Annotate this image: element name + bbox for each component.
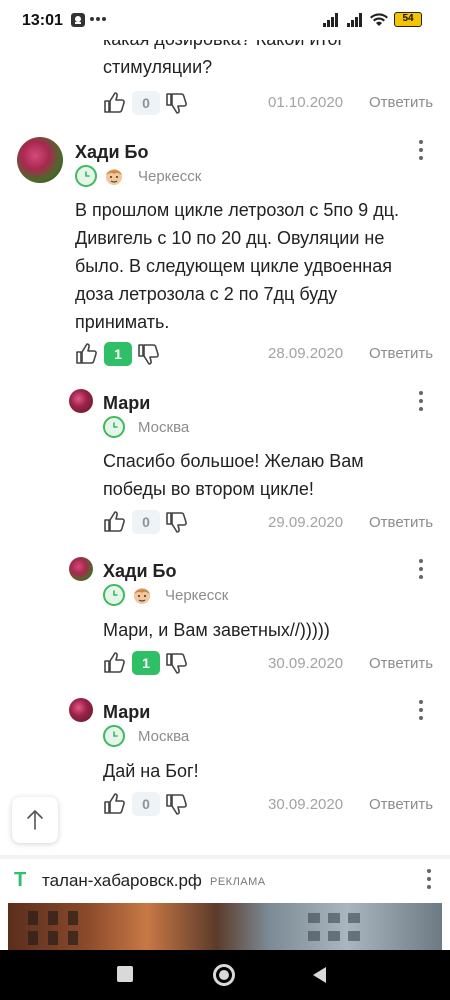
clock-badge-icon [103,416,125,438]
more-vertical-icon[interactable] [418,391,424,413]
vote-count: 0 [132,91,160,115]
author-name[interactable]: Мари [103,702,150,723]
more-vertical-icon[interactable] [418,140,424,162]
arrow-up-icon [27,810,43,830]
thumb-down-icon[interactable] [165,510,189,534]
thumb-up-icon[interactable] [103,651,127,675]
more-vertical-icon[interactable] [418,700,424,722]
navigation-bar [0,950,450,1000]
comment-text-line: победы во втором цикле! [103,479,314,499]
clock-badge-icon [75,165,97,187]
thumb-up-icon[interactable] [75,342,99,366]
signal-icon [347,13,362,27]
scroll-top-button[interactable] [12,797,58,843]
vote-count: 1 [104,342,132,366]
comment-date: 30.09.2020 [268,655,344,672]
comments-feed: какая дозировка? Какой итог стимуляции? … [0,0,450,950]
author-city: Черкесск [138,168,202,185]
avatar[interactable] [17,137,63,183]
home-button[interactable] [213,964,235,986]
comment-text-line: было. В следующем цикле удвоенная [75,256,392,276]
status-time: 13:01 [22,12,63,29]
more-vertical-icon[interactable] [418,559,424,581]
comment-text-line: какая дозировка? Какой итог [103,39,345,49]
avatar[interactable] [69,389,93,413]
ad-card[interactable]: T талан-хабаровск.рф РЕКЛАМА [0,859,450,950]
back-button[interactable] [310,965,328,985]
reply-link[interactable]: Ответить [369,796,433,813]
more-vertical-icon[interactable] [426,869,432,891]
more-icon [90,17,106,21]
clock-badge-icon [103,725,125,747]
author-city: Москва [138,728,190,745]
author-name[interactable]: Хади Бо [103,561,176,582]
comment-date: 29.09.2020 [268,514,344,531]
comment-text-line: стимуляции? [103,57,213,77]
reply-link[interactable]: Ответить [369,655,433,672]
reply-link[interactable]: Ответить [369,345,433,362]
battery-icon: 54 [394,12,422,27]
avatar[interactable] [69,557,93,581]
comment-text-line: доза летрозола с 2 по 7дц буду [75,284,338,304]
thumb-up-icon[interactable] [103,792,127,816]
wifi-icon [370,13,388,26]
recents-button[interactable] [117,966,133,982]
thumb-up-icon[interactable] [103,91,127,115]
ad-image[interactable] [8,903,442,950]
child-avatar-icon [131,584,153,606]
thumb-down-icon[interactable] [165,91,189,115]
comment-date: 01.10.2020 [268,94,344,111]
vote-count: 0 [132,792,160,816]
vote-count: 1 [132,651,160,675]
comment-date: 28.09.2020 [268,345,344,362]
notification-icon [71,13,85,27]
reply-link[interactable]: Ответить [369,514,433,531]
ad-label: РЕКЛАМА [210,876,266,888]
author-city: Москва [138,419,190,436]
comment-text-line: В прошлом цикле летрозол с 5по 9 дц. [75,200,400,220]
comment-text-line: Мари, и Вам заветных//))))) [103,620,330,640]
status-bar: 13:01 54 [0,0,450,40]
comment-text-line: принимать. [75,312,170,332]
thumb-down-icon[interactable] [165,651,189,675]
reply-link[interactable]: Ответить [369,94,433,111]
author-name[interactable]: Хади Бо [75,142,148,163]
author-city: Черкесск [165,587,229,604]
thumb-down-icon[interactable] [137,342,161,366]
avatar[interactable] [69,698,93,722]
comment-date: 30.09.2020 [268,796,344,813]
ad-domain[interactable]: талан-хабаровск.рф [42,871,202,891]
signal-icon [323,13,338,27]
ad-logo: T [14,869,27,891]
vote-count: 0 [132,510,160,534]
clock-badge-icon [103,584,125,606]
comment-text-line: Спасибо большое! Желаю Вам [103,451,364,471]
thumb-up-icon[interactable] [103,510,127,534]
author-name[interactable]: Мари [103,393,150,414]
thumb-down-icon[interactable] [165,792,189,816]
comment-text-line: Дивигель с 10 по 20 дц. Овуляции не [75,228,385,248]
comment-text-line: Дай на Бог! [103,761,199,781]
child-avatar-icon [103,165,125,187]
